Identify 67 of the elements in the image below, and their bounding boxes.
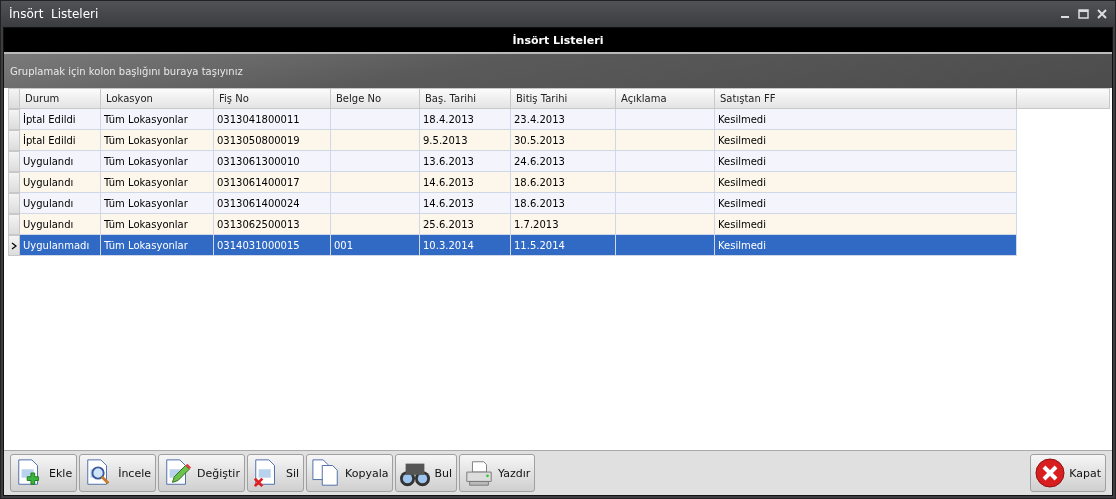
table-cell: 1.7.2013 (511, 214, 616, 235)
column-header[interactable]: Açıklama (616, 88, 715, 109)
maximize-icon[interactable] (1078, 9, 1089, 19)
table-cell: Kesilmedi (715, 130, 1017, 151)
table-cell: Tüm Lokasyonlar (101, 172, 214, 193)
table-cell: 0313062500013 (214, 214, 331, 235)
table-cell: İptal Edildi (20, 130, 101, 151)
table-cell: 0313061400017 (214, 172, 331, 193)
table-cell: 18.6.2013 (511, 193, 616, 214)
toolbar-button[interactable]: Ekle (10, 454, 78, 492)
table-cell: 0313061300010 (214, 151, 331, 172)
table-cell: Uygulandı (20, 214, 101, 235)
table-cell: Kesilmedi (715, 193, 1017, 214)
column-header[interactable]: Durum (20, 88, 101, 109)
table-cell: 24.6.2013 (511, 151, 616, 172)
table-cell: 0314031000015 (214, 235, 331, 256)
toolbar-button[interactable]: Yazdır (459, 454, 536, 492)
table-cell: 14.6.2013 (420, 193, 511, 214)
table-cell: Kesilmedi (715, 235, 1017, 256)
table-cell: 25.6.2013 (420, 214, 511, 235)
table-cell: 10.3.2014 (420, 235, 511, 256)
table-cell: 0313041800011 (214, 109, 331, 130)
window-title: İnsört Listeleri (9, 7, 99, 21)
column-header[interactable]: Fiş No (214, 88, 331, 109)
table-cell: Tüm Lokasyonlar (101, 235, 214, 256)
table-cell: Tüm Lokasyonlar (101, 130, 214, 151)
table-cell: 9.5.2013 (420, 130, 511, 151)
panel-header: İnsört Listeleri (4, 28, 1112, 54)
table-cell: 001 (331, 235, 420, 256)
table-cell: Tüm Lokasyonlar (101, 109, 214, 130)
table-cell: 30.5.2013 (511, 130, 616, 151)
column-header[interactable]: Belge No (331, 88, 420, 109)
table-cell: Kesilmedi (715, 109, 1017, 130)
table-cell: Kesilmedi (715, 151, 1017, 172)
table-cell: İptal Edildi (20, 109, 101, 130)
table-cell: 14.6.2013 (420, 172, 511, 193)
table-cell: 0313061400024 (214, 193, 331, 214)
table-cell: Kesilmedi (715, 172, 1017, 193)
current-row-icon (10, 241, 18, 250)
table-cell: 11.5.2014 (511, 235, 616, 256)
group-hint: Gruplamak için kolon başlığını buraya taşıyınız (10, 65, 243, 77)
table-cell: Uygulandı (20, 193, 101, 214)
row-indicator[interactable] (8, 235, 20, 256)
toolbar-button[interactable]: Değiştir (158, 454, 245, 492)
table-cell: 0313050800019 (214, 130, 331, 151)
table-cell: 18.6.2013 (511, 172, 616, 193)
toolbar-button[interactable]: Kopyala (306, 454, 394, 492)
column-header[interactable]: Bitiş Tarihi (511, 88, 616, 109)
close-icon[interactable] (1097, 9, 1107, 19)
toolbar-button[interactable]: Sil (246, 454, 305, 492)
table-cell: Tüm Lokasyonlar (101, 193, 214, 214)
row-header (8, 88, 20, 109)
table-cell: Uygulanmadı (20, 235, 101, 256)
table-cell: Kesilmedi (715, 214, 1017, 235)
column-header[interactable]: Satıştan FF (715, 88, 1017, 109)
table-cell: Uygulandı (20, 172, 101, 193)
close-button[interactable]: Kapat (1030, 454, 1106, 492)
column-header[interactable]: Baş. Tarihi (420, 88, 511, 109)
close-icon (1035, 458, 1066, 488)
table-cell: Uygulandı (20, 151, 101, 172)
table-cell: Tüm Lokasyonlar (101, 214, 214, 235)
table-cell: Tüm Lokasyonlar (101, 151, 214, 172)
toolbar-button[interactable]: Bul (395, 454, 458, 492)
table-cell: 23.4.2013 (511, 109, 616, 130)
column-header[interactable]: Lokasyon (101, 88, 214, 109)
table-cell: 13.6.2013 (420, 151, 511, 172)
table-cell: 18.4.2013 (420, 109, 511, 130)
